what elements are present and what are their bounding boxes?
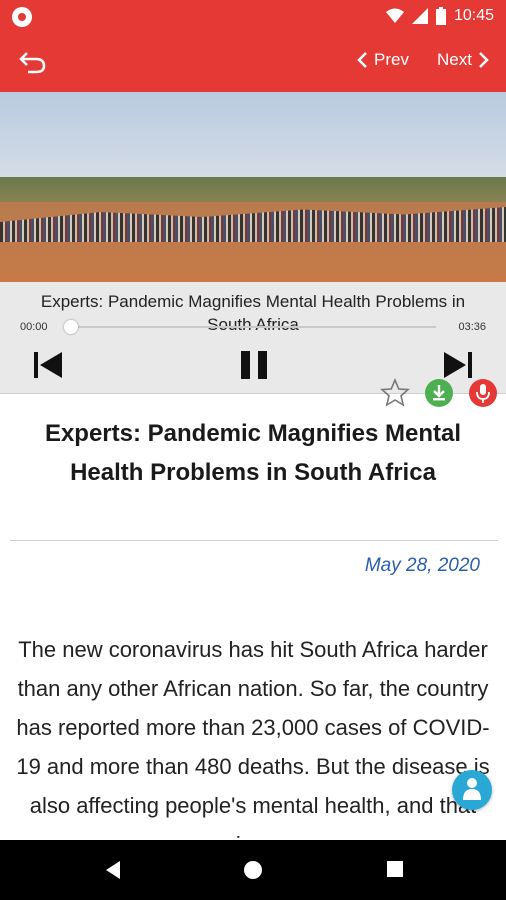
prev-label: Prev [374,50,409,69]
next-label: Next [437,50,472,69]
divider [10,540,498,541]
translate-fab[interactable] [452,770,492,810]
seek-handle[interactable] [64,320,78,334]
article-content: Experts: Pandemic Magnifies Mental Healt… [0,410,506,840]
article-body[interactable]: The new coronavirus has hit South Africa… [14,630,492,840]
nav-recents-icon[interactable] [386,860,404,878]
app-toolbar: Prev Next [0,32,506,92]
wifi-icon [385,8,404,23]
article-date: May 28, 2020 [364,555,480,576]
microphone-icon[interactable] [468,378,498,408]
article-actions [380,378,498,408]
system-nav-bar [0,840,506,900]
nav-back-icon[interactable] [104,860,122,880]
translate-fab-icon [463,778,481,800]
nav-home-icon[interactable] [243,860,263,880]
skip-previous-icon[interactable] [32,348,64,382]
article-hero-image [0,92,506,282]
elapsed-time: 00:00 [20,321,48,333]
chevron-right-icon [479,52,489,68]
back-arrow-icon[interactable] [18,49,48,75]
clock: 10:45 [453,7,494,24]
chevron-left-icon [357,52,367,68]
article-headline: Experts: Pandemic Magnifies Mental Healt… [44,420,462,486]
prev-button[interactable]: Prev [356,50,409,70]
seek-bar[interactable] [70,326,436,328]
battery-icon [435,7,446,25]
pause-icon[interactable] [238,348,270,382]
app-notification-icon [12,7,32,27]
track-title: Experts: Pandemic Magnifies Mental Healt… [40,292,466,334]
signal-icon [411,8,428,24]
skip-next-icon[interactable] [442,348,474,382]
next-button[interactable]: Next [437,50,490,70]
status-bar: 10:45 [0,0,506,32]
download-icon[interactable] [424,378,454,408]
duration-time: 03:36 [458,321,486,333]
star-icon[interactable] [380,378,410,408]
